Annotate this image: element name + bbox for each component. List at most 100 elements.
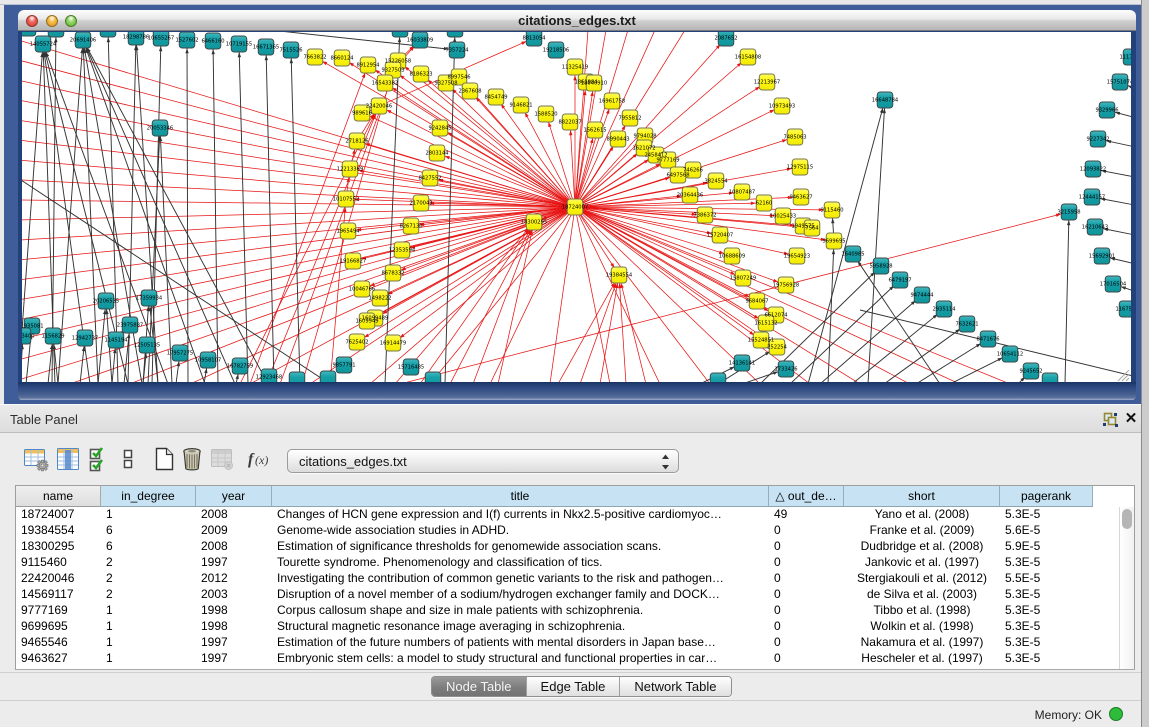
table-cell[interactable]: 1 (106, 635, 196, 651)
edge[interactable] (950, 358, 1003, 382)
table-cell[interactable]: 2003 (201, 587, 272, 603)
table-cell[interactable]: Structural magnetic resonance image aver… (277, 619, 769, 635)
table-cell[interactable]: Stergiakouli et al. (2012) (844, 571, 1000, 587)
table-cell[interactable]: 1 (106, 651, 196, 667)
table-cell[interactable]: 2012 (201, 571, 272, 587)
table-cell[interactable]: 1997 (201, 555, 272, 571)
table-cell[interactable]: 9465546 (21, 635, 101, 651)
table-cell[interactable]: 0 (774, 523, 844, 539)
table-cell[interactable]: Estimation of significance thresholds fo… (277, 539, 769, 555)
table-cell[interactable]: 9699695 (21, 619, 101, 635)
column-header-year[interactable]: year (196, 486, 272, 507)
column-header-out_de[interactable]: △ out_de… (769, 486, 844, 507)
table-cell[interactable]: Hescheler et al. (1997) (844, 651, 1000, 667)
selected-edge[interactable] (420, 229, 529, 382)
table-cell[interactable]: 1998 (201, 619, 272, 635)
edge[interactable] (266, 55, 274, 382)
table-cell[interactable]: 0 (774, 635, 844, 651)
edge[interactable] (48, 344, 52, 382)
table-cell[interactable]: Estimation of the future numbers of pati… (277, 635, 769, 651)
column-header-short[interactable]: short (844, 486, 1000, 507)
table-cell[interactable]: 14569117 (21, 587, 101, 603)
delete-table-icon[interactable] (179, 446, 205, 472)
table-cell[interactable]: 5.3E-5 (1005, 603, 1093, 619)
table-row[interactable]: 969969511998Structural magnetic resonanc… (16, 619, 1117, 635)
column-header-in_degree[interactable]: in_degree (101, 486, 196, 507)
table-cell[interactable]: 0 (774, 619, 844, 635)
table-cell[interactable]: 0 (774, 539, 844, 555)
edge[interactable] (1065, 220, 1069, 382)
table-cell[interactable]: 2008 (201, 539, 272, 555)
table-cell[interactable]: 0 (774, 603, 844, 619)
table-cell[interactable]: 5.6E-5 (1005, 523, 1093, 539)
selected-edge[interactable] (580, 283, 616, 382)
table-cell[interactable]: 1997 (201, 635, 272, 651)
table-cell[interactable]: 0 (774, 587, 844, 603)
edge[interactable] (108, 37, 118, 382)
table-cell[interactable]: Wolkin et al. (1998) (844, 619, 1000, 635)
selected-edge[interactable] (447, 132, 575, 207)
graph-node[interactable] (100, 32, 116, 37)
network-canvas[interactable]: 1405572420691406182987861065526715276026… (22, 32, 1131, 382)
table-cell[interactable]: 5.5E-5 (1005, 571, 1093, 587)
table-cell[interactable]: Dudbridge et al. (2008) (844, 539, 1000, 555)
table-cell[interactable]: 5.3E-5 (1005, 635, 1093, 651)
selected-edge[interactable] (22, 32, 575, 207)
table-cell[interactable]: Disruption of a novel member of a sodium… (277, 587, 769, 603)
column-header-title[interactable]: title (272, 486, 769, 507)
table-cell[interactable]: 9463627 (21, 651, 101, 667)
tab-network-table[interactable]: Network Table (620, 677, 730, 697)
new-table-icon[interactable] (151, 446, 177, 472)
table-cell[interactable]: 5.3E-5 (1005, 651, 1093, 667)
graph-node[interactable] (48, 32, 64, 37)
edge[interactable] (884, 329, 960, 382)
selected-edge[interactable] (22, 32, 575, 207)
table-cell[interactable]: Tibbo et al. (1998) (844, 603, 1000, 619)
table-cell[interactable]: 2 (106, 587, 196, 603)
edge[interactable] (808, 108, 883, 382)
selected-edge[interactable] (575, 203, 756, 207)
table-cell[interactable]: 5.3E-5 (1005, 507, 1093, 523)
edge[interactable] (742, 372, 778, 382)
table-cell[interactable]: 9777169 (21, 603, 101, 619)
table-cell[interactable]: 1998 (201, 603, 272, 619)
table-select-combo[interactable]: citations_edges.txt (287, 449, 679, 473)
table-cell[interactable]: 18724007 (21, 507, 101, 523)
table-row[interactable]: 9465546 1 1997 Estimation of the future num… (16, 635, 1117, 651)
select-columns-icon[interactable] (87, 446, 113, 472)
table-cell[interactable]: 0 (774, 651, 844, 667)
column-header-name[interactable]: name (16, 486, 101, 507)
selected-edge[interactable] (600, 283, 618, 382)
table-cell[interactable]: 18300295 (21, 539, 101, 555)
table-cell[interactable]: 19384554 (21, 523, 101, 539)
selected-edge[interactable] (400, 214, 1061, 382)
table-cell[interactable]: 1997 (201, 651, 272, 667)
edge[interactable] (868, 108, 885, 382)
table-cell[interactable]: 6 (106, 523, 196, 539)
graph-node[interactable] (289, 372, 305, 382)
table-cell[interactable]: Franke et al. (2009) (844, 523, 1000, 539)
graph-node[interactable] (1042, 373, 1058, 382)
table-cell[interactable]: Nakamura et al. (1997) (844, 635, 1000, 651)
table-cell[interactable]: Yano et al. (2008) (844, 507, 1000, 523)
column-header-pagerank[interactable]: pagerank (1000, 486, 1093, 507)
row-height-icon[interactable] (115, 446, 141, 472)
table-cell[interactable]: 6 (106, 539, 196, 555)
table-cell[interactable]: 1 (106, 603, 196, 619)
table-row[interactable]: 1938455462009Genome-wide association stu… (16, 523, 1117, 539)
table-row[interactable]: 14569117 2 2003 Disruption of a novel membe… (16, 587, 1117, 603)
float-panel-icon[interactable] (1103, 412, 1118, 427)
graph-node[interactable] (22, 32, 36, 36)
edge[interactable] (80, 346, 84, 382)
edge[interactable] (852, 314, 938, 382)
edge[interactable] (828, 249, 834, 382)
table-row[interactable]: 977716911998Corpus callosum shape and si… (16, 603, 1117, 619)
table-options-icon[interactable] (23, 446, 49, 472)
show-columns-icon[interactable] (55, 446, 81, 472)
table-cell[interactable]: Jankovic et al. (1997) (844, 555, 1000, 571)
table-cell[interactable]: Embryonic stem cells: a model to study s… (277, 651, 769, 667)
table-cell[interactable]: 1 (106, 507, 196, 523)
table-cell[interactable]: Investigating the contribution of common… (277, 571, 769, 587)
resize-grip-icon[interactable] (1116, 370, 1130, 382)
table-cell[interactable]: Changes of HCN gene expression and I(f) … (277, 507, 769, 523)
